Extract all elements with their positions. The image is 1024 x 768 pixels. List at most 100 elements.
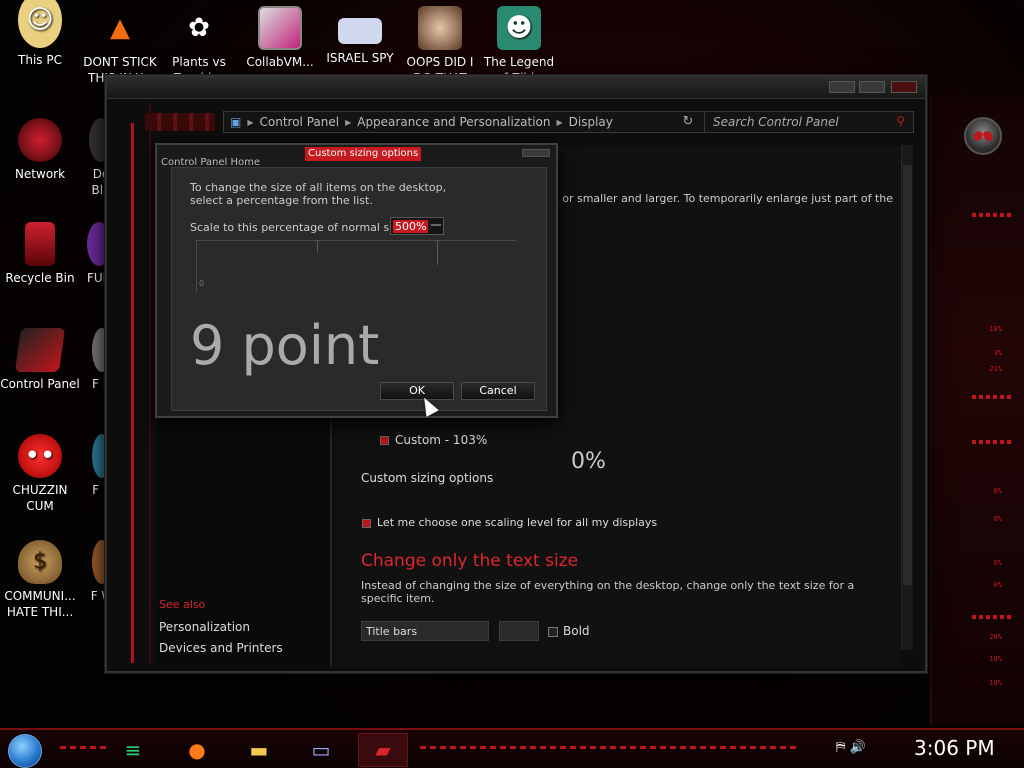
desktop-icon-dont-stick[interactable]: ▲ DONT STICK THIS IN Y... [80,6,160,86]
desktop-icon-chuzzin-cum[interactable]: •• CHUZZIN CUM [0,434,80,514]
breadcrumb-appearance[interactable]: Appearance and Personalization [351,115,556,129]
desktop-icon-oops[interactable]: OOPS DID I DO THAT [400,6,480,86]
desktop-icon-label: ISRAEL SPY [326,51,394,65]
close-button[interactable] [891,81,917,93]
desktop-icon-network[interactable]: Network [0,118,80,182]
control-panel-small-icon: ▣ [230,115,242,129]
desktop-icon-recycle-bin[interactable]: Recycle Bin [0,222,80,286]
desktop-icon-control-panel[interactable]: Control Panel [0,328,80,392]
app-window-icon[interactable]: ▭ [296,733,346,767]
custom-sizing-link[interactable]: Custom sizing options [361,471,493,485]
portrait-icon [418,6,462,50]
ruler-zero-label: 0 [199,279,205,288]
desktop-icon-legend-zilda[interactable]: ☻ The Legend of Zilda [479,6,559,86]
hud-bar [972,213,1014,217]
network-status-icon[interactable]: ⛿ [836,740,845,755]
taskbar: ≡ ● ▬ ▭ ▰ ⛿ 🔊 3:06 PM [0,728,1024,768]
desktop-icon-label: CHUZZIN CUM [12,483,68,513]
maximize-button[interactable] [859,81,885,93]
breadcrumb-control-panel[interactable]: Control Panel [254,115,346,129]
dialog-close-button[interactable] [522,149,550,157]
ruler[interactable]: 0 [196,240,516,292]
red-strip [131,123,134,663]
hud-bar [972,440,1014,444]
hud-readout: 0% [993,487,1002,495]
search-placeholder: Search Control Panel [713,115,839,129]
money-bag-icon: $ [18,540,62,584]
fuzzball-icon: •• [18,434,62,478]
desktop-icon-israel-spy[interactable]: ISRAEL SPY [320,6,400,66]
hud-readout: 0% [993,559,1002,567]
system-tray[interactable]: ⛿ 🔊 [836,740,866,755]
window-icon [338,18,382,44]
font-size-dropdown[interactable] [499,621,539,641]
file-explorer-icon[interactable]: ▬ [234,733,284,767]
volume-icon[interactable]: 🔊 [850,740,866,755]
desktop-icon-plants-vs-zombies[interactable]: ✿ Plants vs Zombies [159,6,239,86]
custom-scaling-option[interactable]: Custom - 103% [380,433,487,447]
monitor-icon [258,6,302,50]
scale-label: Scale to this percentage of normal size: [190,221,409,234]
chevron-down-icon[interactable] [431,224,441,228]
search-input[interactable]: Search Control Panel ⚲ [704,111,914,133]
ruler-tick [437,241,438,265]
link-personalization[interactable]: Personalization [159,620,250,634]
desktop-icon-label: Network [14,167,66,181]
checkbox-checked-icon [362,518,371,528]
item-dropdown[interactable]: Title bars [361,621,489,641]
search-icon[interactable]: ⚲ [896,114,905,128]
vertical-scrollbar[interactable] [901,145,913,650]
checkbox-unchecked-icon [548,626,558,637]
desktop-icon-collabvm[interactable]: CollabVM... [240,6,320,70]
dialog-instruction: To change the size of all items on the d… [190,181,447,207]
control-panel-icon [14,328,66,372]
clock[interactable]: 3:06 PM [914,736,995,760]
desktop-icon-communi[interactable]: $ COMMUNI... HATE THI... [0,540,80,620]
dialog-body: To change the size of all items on the d… [171,167,547,411]
minimize-button[interactable] [829,81,855,93]
link-devices-printers[interactable]: Devices and Printers [159,641,283,655]
intro-text: s or smaller and larger. To temporarily … [553,192,894,205]
control-panel-task-icon[interactable]: ▰ [358,733,408,767]
refresh-icon[interactable]: ↻ [679,111,697,133]
hud-readout: 18% [989,655,1002,663]
desktop-icon-this-pc[interactable]: ☺ This PC [0,0,80,68]
scale-percentage-combobox[interactable]: 500% [390,217,444,235]
network-globe-icon [18,118,62,162]
scaling-checkbox[interactable]: Let me choose one scaling level for all … [362,516,657,529]
hud-readout: 18% [989,679,1002,687]
custom-sizing-dialog: Control Panel Home Custom sizing options… [155,143,558,418]
nav-buttons[interactable] [145,113,215,131]
hud-readout: 26% [989,633,1002,641]
hud-readout: 18% [989,325,1002,333]
see-also-heading: See also [159,598,206,611]
ruler-tick [317,241,318,253]
hud-readout: 0% [993,581,1002,589]
desktop-icon-label: COMMUNI... HATE THI... [4,589,76,619]
window-titlebar[interactable] [107,77,925,99]
bold-checkbox[interactable]: Bold [548,624,590,638]
hud-readout: 0% [993,515,1002,523]
recycle-bin-icon [25,222,55,266]
spotify-icon[interactable]: ≡ [108,733,158,767]
taskbar-stripe [420,746,800,749]
desktop-icon-label: Recycle Bin [5,271,75,285]
custom-option-label: Custom - 103% [395,433,488,447]
bold-label: Bold [563,624,590,638]
window-frame-decoration [115,103,151,663]
ok-button[interactable]: OK [380,382,454,400]
scale-value: 500% [393,220,429,233]
cartoon-face-icon: ☺ [18,0,62,48]
start-button[interactable] [8,734,42,768]
taskbar-stripe [60,746,110,749]
cancel-button[interactable]: Cancel [461,382,535,400]
firefox-icon[interactable]: ● [172,733,222,767]
radio-selected-icon [380,436,389,445]
alienware-logo-icon [964,117,1002,155]
breadcrumb-display[interactable]: Display [563,115,619,129]
scaling-checkbox-label: Let me choose one scaling level for all … [377,516,658,529]
scrollbar-thumb[interactable] [903,165,912,585]
desktop-icon-label: This PC [18,53,62,67]
hud-bar [972,395,1014,399]
preview-text: 9 point [190,314,380,377]
